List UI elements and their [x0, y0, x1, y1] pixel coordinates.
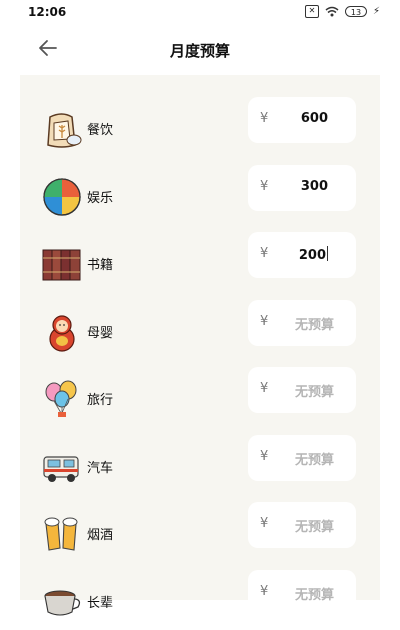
wifi-icon: [325, 6, 339, 17]
budget-row-tobacco-alcohol: 烟酒 ¥ 无预算: [20, 502, 380, 562]
budget-amount-placeholder: 无预算: [294, 520, 334, 535]
text-cursor: [327, 246, 328, 261]
status-icons: ✕ 13 ⚡: [304, 5, 380, 18]
camper-van-icon: [43, 456, 79, 482]
category-label: 娱乐: [87, 191, 114, 206]
header: 月度预算: [0, 30, 400, 66]
budget-amount-input[interactable]: ¥ 200: [248, 232, 356, 278]
category-label: 旅行: [87, 393, 114, 408]
beach-ball-icon: [43, 178, 81, 216]
status-time: 12:06: [28, 5, 67, 19]
budget-row-car: 汽车 ¥ 无预算: [20, 435, 380, 495]
budget-amount-value: 600: [300, 111, 328, 126]
currency-symbol: ¥: [260, 584, 269, 599]
currency-symbol: ¥: [260, 381, 269, 396]
category-label: 书籍: [87, 258, 114, 273]
currency-symbol: ¥: [260, 516, 269, 531]
category-label: 餐饮: [87, 123, 114, 138]
category-label: 长辈: [87, 596, 114, 611]
budget-amount-value: 200: [298, 246, 328, 263]
category-label: 烟酒: [87, 528, 114, 543]
beer-cheers-icon: [44, 517, 78, 551]
no-sim-icon: ✕: [304, 5, 319, 18]
budget-row-mother-baby: 母婴 ¥ 无预算: [20, 300, 380, 360]
category-label: 汽车: [87, 461, 114, 476]
budget-amount-input[interactable]: ¥ 无预算: [248, 502, 356, 548]
budget-row-travel: 旅行 ¥ 无预算: [20, 367, 380, 427]
flour-bag-icon: [47, 113, 82, 148]
status-bar: 12:06 ✕ 13 ⚡: [0, 0, 400, 26]
budget-row-catering: 餐饮 ¥ 600: [20, 97, 380, 157]
budget-amount-input[interactable]: ¥ 600: [248, 97, 356, 143]
budget-row-elders: 长辈 ¥ 无预算: [20, 570, 380, 630]
currency-symbol: ¥: [260, 246, 269, 261]
budget-amount-input[interactable]: ¥ 无预算: [248, 570, 356, 616]
currency-symbol: ¥: [260, 179, 269, 194]
currency-symbol: ¥: [260, 449, 269, 464]
charging-icon: ⚡: [372, 6, 380, 17]
budget-amount-placeholder: 无预算: [294, 318, 334, 333]
balloons-icon: [45, 380, 77, 417]
budget-amount-placeholder: 无预算: [294, 588, 334, 603]
coffee-cup-icon: [44, 590, 81, 616]
budget-amount-input[interactable]: ¥ 300: [248, 165, 356, 211]
budget-amount-input[interactable]: ¥ 无预算: [248, 300, 356, 346]
budget-list: 餐饮 ¥ 600 娱乐 ¥ 300 书籍 ¥ 200 母婴 ¥ 无预算 旅行 ¥…: [20, 75, 380, 616]
currency-symbol: ¥: [260, 111, 269, 126]
page-title: 月度预算: [169, 42, 230, 60]
nesting-doll-icon: [49, 315, 75, 352]
budget-amount-placeholder: 无预算: [294, 453, 334, 468]
budget-amount-value: 300: [300, 179, 328, 194]
budget-row-books: 书籍 ¥ 200: [20, 232, 380, 292]
battery-icon: 13: [344, 6, 367, 17]
budget-amount-input[interactable]: ¥ 无预算: [248, 367, 356, 413]
budget-amount-input[interactable]: ¥ 无预算: [248, 435, 356, 481]
currency-symbol: ¥: [260, 314, 269, 329]
budget-row-entertainment: 娱乐 ¥ 300: [20, 165, 380, 225]
budget-amount-placeholder: 无预算: [294, 385, 334, 400]
category-label: 母婴: [87, 326, 114, 341]
books-icon: [42, 249, 81, 281]
